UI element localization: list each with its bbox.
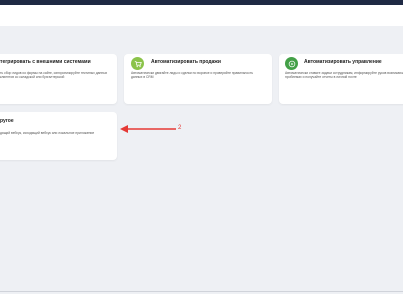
cart-icon-glyph	[134, 60, 142, 67]
card-description: ть сбор лидов из формы на сайте, синхрон…	[0, 71, 108, 80]
card-title: тегрировать с внешними системами	[0, 59, 91, 65]
header-bar	[0, 5, 403, 26]
card-other[interactable]: ругое дящий вебхук, исходящий вебхук или…	[0, 112, 117, 160]
card-title: Автоматизировать продажи	[151, 59, 221, 65]
play-icon	[285, 57, 298, 70]
cart-icon	[131, 57, 144, 70]
card-description: Автоматически ставьте задачи сотрудникам…	[285, 71, 403, 80]
card-title: ругое	[0, 118, 14, 124]
card-title: Автоматизировать управление	[304, 59, 382, 65]
annotation-label: 2	[178, 125, 182, 131]
play-icon-glyph	[288, 60, 295, 67]
card-description: Автоматически двигайте лиды и сделки по …	[131, 71, 254, 80]
card-integrate-external-systems[interactable]: тегрировать с внешними системами ть сбор…	[0, 54, 117, 104]
card-description: дящий вебхук, исходящий вебхук или локал…	[0, 131, 95, 135]
bottom-divider	[0, 291, 403, 292]
annotation-arrow-icon	[120, 125, 176, 133]
card-automate-sales[interactable]: Автоматизировать продажи Автоматически д…	[124, 54, 272, 104]
card-automate-management[interactable]: Автоматизировать управление Автоматическ…	[279, 54, 403, 104]
